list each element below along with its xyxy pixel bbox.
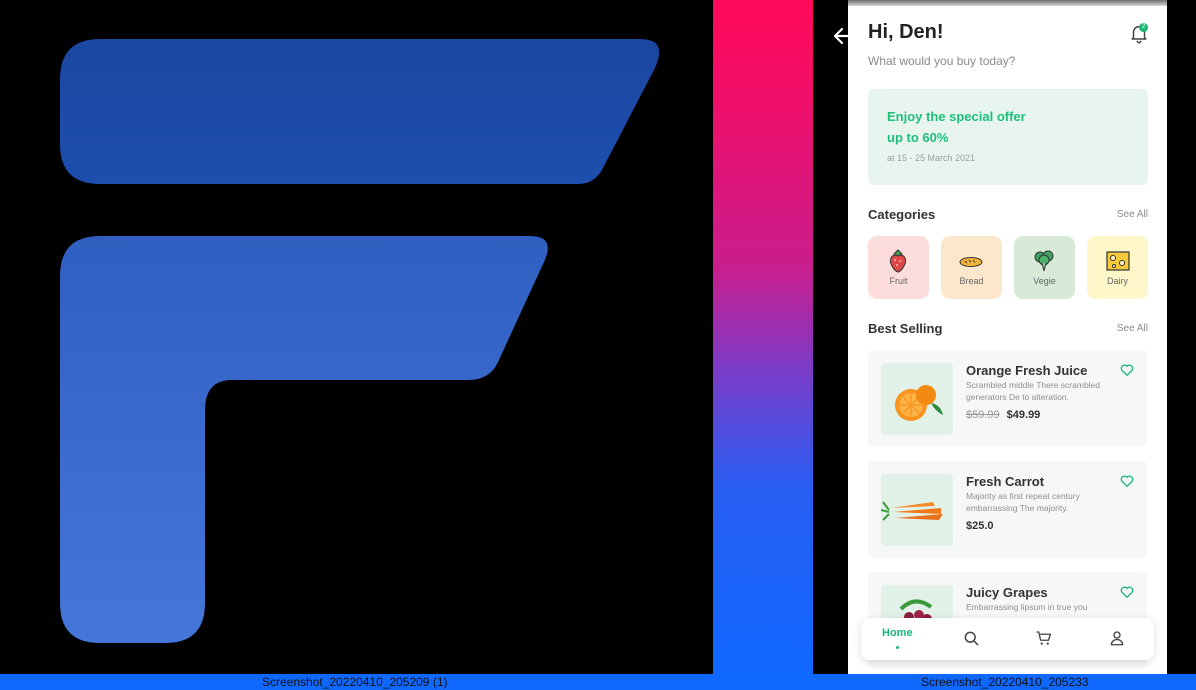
product-name: Orange Fresh Juice (966, 363, 1088, 378)
product-price: $49.99 (1006, 409, 1041, 421)
profile-icon[interactable] (1108, 629, 1126, 647)
product-description: Majority as first repeat century embarra… (966, 491, 1080, 513)
product-price-row: $25.0 (966, 520, 994, 532)
category-vegie[interactable]: Vegie (1014, 236, 1075, 299)
notification-badge: 2 (1139, 23, 1148, 32)
bottom-nav: Home (861, 618, 1154, 660)
categories-see-all-link[interactable]: See All (1117, 209, 1148, 220)
strawberry-icon (889, 249, 907, 273)
broccoli-icon (1034, 250, 1054, 272)
cart-icon[interactable] (1035, 629, 1053, 647)
best-selling-title: Best Selling (868, 321, 943, 336)
nav-home-tab[interactable]: Home (882, 627, 913, 639)
status-bar (848, 0, 1167, 6)
heart-icon[interactable] (1119, 584, 1135, 600)
product-image (881, 363, 953, 435)
cheese-icon (1106, 251, 1130, 271)
product-card-fresh-carrot[interactable]: Fresh Carrot Majority as first repeat ce… (868, 461, 1147, 558)
phone-screen: Hi, Den! What would you buy today? 2 Enj… (848, 0, 1167, 674)
caption-bar: Screenshot_20220410_205209 (1) Screensho… (0, 674, 1196, 690)
product-image (881, 474, 953, 546)
category-fruit[interactable]: Fruit (868, 236, 929, 299)
category-label: Dairy (1106, 276, 1128, 286)
app-logo-f-icon (60, 39, 660, 643)
carrot-image (881, 501, 943, 521)
product-price-row: $59.99 $49.99 (966, 409, 1040, 421)
offer-date: at 15 - 25 March 2021 (887, 153, 976, 163)
orange-image (895, 385, 943, 421)
category-dairy[interactable]: Dairy (1087, 236, 1148, 299)
category-label: Vegie (1033, 276, 1056, 286)
gradient-divider (713, 0, 813, 674)
category-bread[interactable]: Bread (941, 236, 1002, 299)
search-icon[interactable] (962, 629, 980, 647)
category-label: Bread (959, 276, 984, 286)
category-label: Fruit (889, 276, 908, 286)
left-caption: Screenshot_20220410_205209 (1) (262, 675, 448, 689)
bread-icon (959, 257, 983, 267)
product-name: Fresh Carrot (966, 474, 1045, 489)
product-name: Juicy Grapes (966, 585, 1048, 600)
greeting-title: Hi, Den! (868, 21, 944, 43)
right-caption: Screenshot_20220410_205233 (921, 675, 1089, 689)
product-description: Scrambled middle There scrambled generat… (966, 380, 1101, 402)
offer-discount: up to 60% (887, 130, 949, 145)
heart-icon[interactable] (1119, 473, 1135, 489)
offer-headline: Enjoy the special offer (887, 109, 1026, 124)
special-offer-banner[interactable]: Enjoy the special offer up to 60% at 15 … (868, 89, 1148, 185)
heart-icon[interactable] (1119, 362, 1135, 378)
product-price: $25.0 (966, 520, 994, 532)
app-preview-pane: Hi, Den! What would you buy today? 2 Enj… (813, 0, 1196, 674)
product-card-orange-juice[interactable]: Orange Fresh Juice Scrambled middle Ther… (868, 350, 1147, 447)
nav-active-indicator (896, 646, 899, 649)
product-old-price: $59.99 (966, 409, 1000, 421)
product-description: Embarrassing lipsum in true you (966, 602, 1088, 612)
greeting-subtitle: What would you buy today? (868, 54, 1016, 68)
logo-preview-pane (0, 0, 713, 674)
best-selling-see-all-link[interactable]: See All (1117, 323, 1148, 334)
categories-title: Categories (868, 207, 936, 222)
